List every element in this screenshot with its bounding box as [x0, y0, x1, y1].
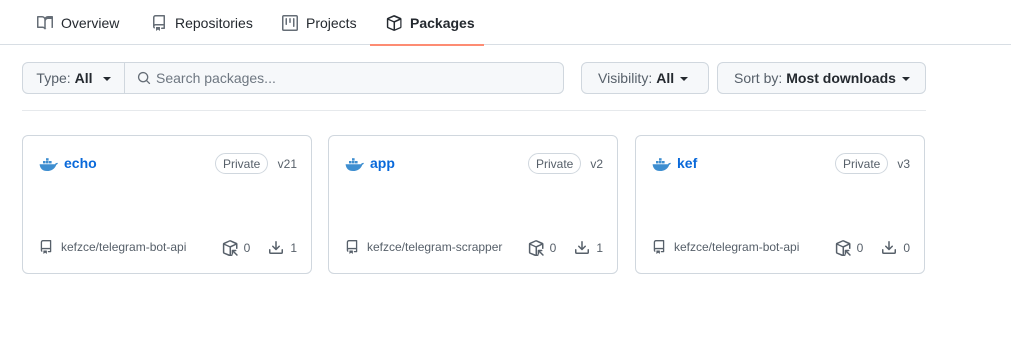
- repo-icon: [652, 240, 666, 254]
- type-filter-label: Type:: [36, 70, 71, 86]
- dependents-icon: [835, 240, 851, 256]
- sort-value: Most downloads: [786, 70, 896, 86]
- chevron-down-icon: [680, 77, 689, 81]
- repo-name: kefzce/telegram-bot-api: [674, 240, 800, 254]
- tab-label: Repositories: [175, 14, 253, 31]
- repo-icon: [151, 14, 167, 31]
- package-card: app Private v2 kefzce/telegram-scrapper …: [328, 135, 618, 274]
- type-search-group: Type: All: [22, 62, 564, 94]
- repo-icon: [345, 240, 359, 254]
- package-version: v2: [590, 157, 603, 171]
- downloads-count: 1: [290, 241, 297, 255]
- search-icon: [137, 71, 151, 85]
- package-version: v3: [897, 157, 910, 171]
- visibility-filter-label: Visibility:: [598, 70, 653, 86]
- repo-name: kefzce/telegram-bot-api: [61, 240, 187, 254]
- dependents-icon: [528, 240, 544, 256]
- tab-label: Packages: [410, 14, 475, 31]
- package-name-link[interactable]: echo: [64, 155, 97, 171]
- tab-repositories[interactable]: Repositories: [151, 0, 253, 45]
- visibility-filter-value: All: [656, 70, 675, 86]
- tab-overview[interactable]: Overview: [37, 0, 119, 45]
- search-packages-input[interactable]: [125, 63, 563, 93]
- dependents-icon: [222, 240, 238, 256]
- tab-packages[interactable]: Packages: [370, 0, 484, 46]
- repo-icon: [39, 240, 53, 254]
- package-card: echo Private v21 kefzce/telegram-bot-api…: [22, 135, 312, 274]
- chevron-down-icon: [901, 77, 910, 81]
- type-filter-value: All: [74, 70, 93, 86]
- downloads-count: 0: [903, 241, 910, 255]
- package-repo-link[interactable]: kefzce/telegram-bot-api: [652, 240, 799, 254]
- dependents-count: 0: [856, 241, 864, 255]
- package-repo-link[interactable]: kefzce/telegram-scrapper: [345, 240, 502, 254]
- dependents-count: 0: [549, 241, 557, 255]
- package-name-link[interactable]: kef: [677, 155, 697, 171]
- download-icon: [268, 240, 284, 256]
- tab-projects[interactable]: Projects: [282, 0, 357, 45]
- sort-button[interactable]: Sort by: Most downloads: [717, 62, 926, 94]
- docker-icon: [652, 156, 672, 172]
- sort-label: Sort by:: [734, 70, 783, 86]
- filter-divider: [22, 110, 926, 111]
- downloads-count: 1: [596, 241, 603, 255]
- package-stats: 0 1: [222, 240, 297, 256]
- search-container: [125, 63, 563, 93]
- package-card: kef Private v3 kefzce/telegram-bot-api 0…: [635, 135, 925, 274]
- type-filter-button[interactable]: Type: All: [23, 63, 125, 93]
- tab-label: Overview: [61, 14, 120, 31]
- visibility-filter-button[interactable]: Visibility: All: [581, 62, 709, 94]
- repo-name: kefzce/telegram-scrapper: [367, 240, 503, 254]
- profile-tabs: Overview Repositories Projects Packages: [0, 0, 1011, 46]
- book-icon: [37, 15, 53, 31]
- package-icon: [386, 14, 402, 31]
- download-icon: [574, 240, 590, 256]
- package-stats: 0 1: [528, 240, 603, 256]
- visibility-badge: Private: [215, 153, 269, 174]
- docker-icon: [345, 156, 365, 172]
- tab-label: Projects: [306, 14, 357, 31]
- package-name-link[interactable]: app: [370, 155, 395, 171]
- active-tab-underline: [370, 44, 484, 46]
- visibility-badge: Private: [835, 153, 889, 174]
- download-icon: [881, 240, 897, 256]
- project-icon: [282, 14, 298, 31]
- package-repo-link[interactable]: kefzce/telegram-bot-api: [39, 240, 186, 254]
- package-stats: 0 0: [835, 240, 910, 256]
- visibility-badge: Private: [528, 153, 582, 174]
- dependents-count: 0: [243, 241, 251, 255]
- chevron-down-icon: [102, 77, 111, 81]
- docker-icon: [39, 156, 59, 172]
- package-version: v21: [277, 157, 297, 171]
